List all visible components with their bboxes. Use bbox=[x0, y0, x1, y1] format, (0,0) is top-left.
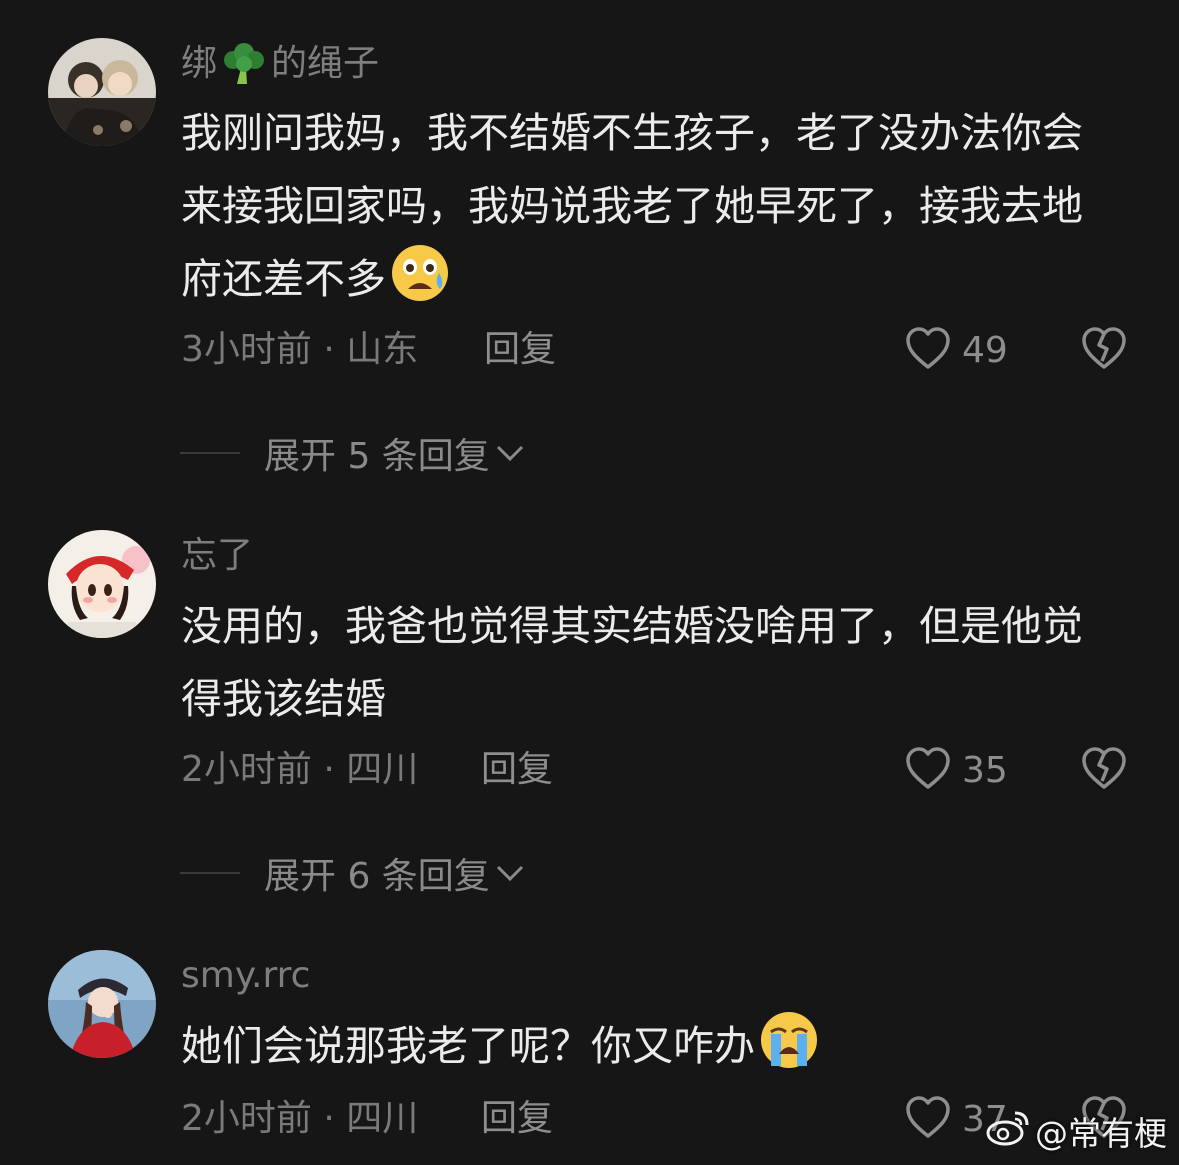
heart-outline-icon bbox=[904, 325, 952, 375]
expand-replies-label: 展开 6 条回复 bbox=[264, 856, 490, 897]
chevron-down-icon bbox=[496, 865, 523, 882]
expand-replies-label: 展开 5 条回复 bbox=[264, 436, 490, 477]
loudly-crying-face-icon bbox=[759, 1010, 819, 1070]
comment-body: 她们会说那我老了呢？你又咋办 bbox=[181, 1022, 755, 1070]
dislike-button[interactable] bbox=[1080, 324, 1128, 376]
username[interactable]: smy.rrc bbox=[181, 954, 310, 998]
comment-meta: 2小时前 · 四川 bbox=[181, 1098, 419, 1139]
like-button[interactable]: 35 bbox=[904, 744, 1008, 796]
watermark-text: @常有梗 bbox=[1035, 1114, 1167, 1153]
divider bbox=[180, 452, 240, 454]
expand-replies[interactable]: 展开 5 条回复 bbox=[180, 431, 528, 477]
comment-body: 我刚问我妈，我不结婚不生孩子，老了没办法你会来接我回家吗，我妈说我老了她早死了，… bbox=[181, 109, 1083, 303]
comment-meta: 3小时前 · 山东 bbox=[181, 329, 419, 370]
like-count: 35 bbox=[962, 749, 1008, 791]
avatar[interactable] bbox=[48, 530, 156, 638]
divider bbox=[180, 872, 240, 874]
broken-heart-icon bbox=[1080, 745, 1128, 795]
avatar[interactable] bbox=[48, 38, 156, 146]
chevron-down-icon bbox=[496, 445, 523, 462]
comment-text: 她们会说那我老了呢？你又咋办 bbox=[181, 1010, 1111, 1083]
reply-button[interactable]: 回复 bbox=[484, 328, 556, 372]
comment-text: 我刚问我妈，我不结婚不生孩子，老了没办法你会来接我回家吗，我妈说我老了她早死了，… bbox=[181, 97, 1111, 316]
reply-button[interactable]: 回复 bbox=[481, 748, 553, 792]
username[interactable]: 绑 的绳子 bbox=[181, 42, 379, 86]
reply-button[interactable]: 回复 bbox=[481, 1097, 553, 1141]
like-count: 49 bbox=[962, 329, 1008, 371]
comment-text: 没用的，我爸也觉得其实结婚没啥用了，但是他觉得我该结婚 bbox=[181, 590, 1111, 736]
username-suffix: 的绳子 bbox=[271, 43, 380, 84]
dislike-button[interactable] bbox=[1080, 744, 1128, 796]
username-prefix: 绑 bbox=[181, 43, 218, 84]
watermark: @常有梗 bbox=[985, 1107, 1167, 1155]
broken-heart-icon bbox=[1080, 325, 1128, 375]
comment-body: 没用的，我爸也觉得其实结婚没啥用了，但是他觉得我该结婚 bbox=[181, 602, 1083, 723]
heart-outline-icon bbox=[904, 745, 952, 795]
broccoli-icon bbox=[217, 42, 271, 86]
comment-meta: 2小时前 · 四川 bbox=[181, 749, 419, 790]
weibo-icon bbox=[985, 1107, 1035, 1155]
expand-replies[interactable]: 展开 6 条回复 bbox=[180, 851, 528, 897]
heart-outline-icon bbox=[904, 1094, 952, 1144]
anxious-sweat-face-icon bbox=[390, 243, 450, 303]
username[interactable]: 忘了 bbox=[181, 534, 253, 578]
avatar[interactable] bbox=[48, 950, 156, 1058]
like-button[interactable]: 49 bbox=[904, 324, 1008, 376]
